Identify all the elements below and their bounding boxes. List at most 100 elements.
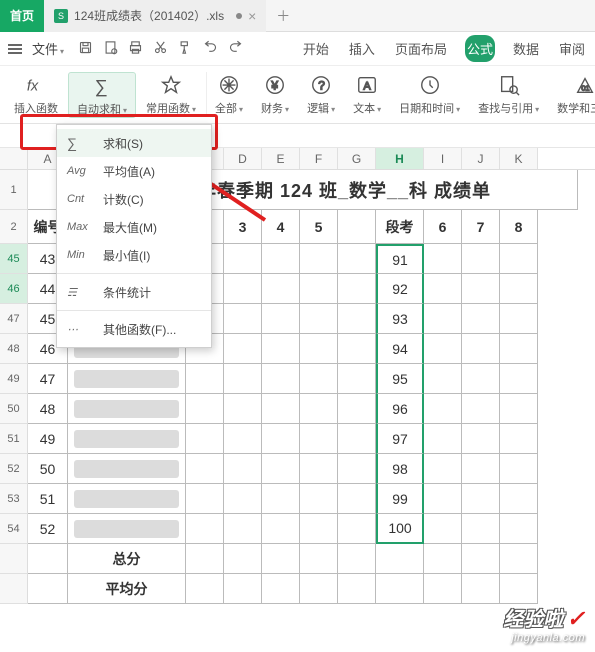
cell[interactable] [462,454,500,484]
cell[interactable] [500,394,538,424]
cell[interactable] [186,364,224,394]
cell[interactable] [338,334,376,364]
cell[interactable] [338,394,376,424]
cell-id[interactable]: 52 [28,514,68,544]
cell[interactable] [424,304,462,334]
cell[interactable] [338,304,376,334]
cell[interactable] [462,364,500,394]
cell[interactable] [462,424,500,454]
hamburger-icon[interactable] [8,44,22,54]
close-icon[interactable]: × [248,9,256,23]
cell[interactable] [224,514,262,544]
row-header[interactable]: 2 [0,210,28,244]
cell[interactable] [462,484,500,514]
cell-header-8[interactable]: 8 [500,210,538,244]
cell[interactable] [424,334,462,364]
cell-name-blurred[interactable] [68,454,186,484]
cell-name-blurred[interactable] [68,514,186,544]
ribbon-math[interactable]: 01 数学和三角 [549,72,595,116]
cell-name-blurred[interactable] [68,484,186,514]
dropdown-avg[interactable]: Avg 平均值(A) [57,157,211,185]
print-preview-icon[interactable] [103,40,118,58]
cell-header-4[interactable]: 4 [262,210,300,244]
cell[interactable] [424,454,462,484]
col-header-G[interactable]: G [338,148,376,169]
cell[interactable] [186,514,224,544]
tab-document[interactable]: S 124班成绩表（201402）.xls × [44,0,266,32]
cell[interactable] [462,574,500,604]
cell[interactable] [338,364,376,394]
cell[interactable] [300,244,338,274]
cell[interactable] [500,424,538,454]
cell[interactable] [424,364,462,394]
print-icon[interactable] [128,40,143,58]
cell[interactable] [376,574,424,604]
row-header[interactable]: 53 [0,484,28,514]
save-icon[interactable] [78,40,93,58]
row-header[interactable]: 51 [0,424,28,454]
file-menu[interactable]: 文件▾ [32,39,64,58]
cell[interactable] [338,454,376,484]
cell-header-5[interactable]: 5 [300,210,338,244]
cell-id[interactable]: 48 [28,394,68,424]
cell-avg-label[interactable]: 平均分 [68,574,186,604]
row-header[interactable]: 1 [0,170,28,210]
cell-header-7[interactable]: 7 [462,210,500,244]
cell[interactable] [186,574,224,604]
cell[interactable] [224,484,262,514]
cell[interactable] [424,574,462,604]
cell[interactable] [262,334,300,364]
cell[interactable] [224,274,262,304]
ribbon-autosum[interactable]: ∑ 自动求和▾ [68,72,136,118]
cell[interactable] [300,514,338,544]
cell-name-blurred[interactable] [68,424,186,454]
cell[interactable] [186,394,224,424]
cell[interactable] [462,514,500,544]
cell[interactable] [300,394,338,424]
cell-id[interactable]: 47 [28,364,68,394]
ribbon-insert-function[interactable]: fx 插入函数 [6,72,66,116]
row-header[interactable]: 52 [0,454,28,484]
cell[interactable] [462,274,500,304]
menu-start[interactable]: 开始 [301,35,331,62]
cell-header-6[interactable]: 6 [424,210,462,244]
cell-id[interactable]: 51 [28,484,68,514]
cell[interactable] [186,484,224,514]
cell[interactable] [338,274,376,304]
cell[interactable] [224,454,262,484]
cell[interactable] [224,244,262,274]
cell[interactable] [300,334,338,364]
redo-icon[interactable] [228,40,243,58]
dropdown-count[interactable]: Cnt 计数(C) [57,185,211,213]
row-header[interactable]: 54 [0,514,28,544]
cell[interactable] [500,304,538,334]
row-header[interactable]: 50 [0,394,28,424]
dropdown-max[interactable]: Max 最大值(M) [57,213,211,241]
cell[interactable] [224,304,262,334]
row-header[interactable]: 46 [0,274,28,304]
row-header[interactable]: 45 [0,244,28,274]
cell[interactable] [300,424,338,454]
cell[interactable] [500,334,538,364]
cell-exam[interactable]: 93 [376,304,424,334]
menu-insert[interactable]: 插入 [347,35,377,62]
cell[interactable] [186,454,224,484]
menu-review[interactable]: 审阅 [557,35,587,62]
cell[interactable] [338,574,376,604]
cell[interactable] [262,574,300,604]
ribbon-all[interactable]: 全部▾ [206,72,251,116]
cell[interactable] [424,514,462,544]
cell[interactable] [376,544,424,574]
tab-home[interactable]: 首页 [0,0,44,32]
cell-exam[interactable]: 95 [376,364,424,394]
cell-exam[interactable]: 97 [376,424,424,454]
cell[interactable] [424,274,462,304]
menu-page-layout[interactable]: 页面布局 [393,35,449,62]
cell[interactable] [224,424,262,454]
cell[interactable] [224,334,262,364]
cell[interactable] [224,544,262,574]
ribbon-text[interactable]: A 文本▾ [345,72,389,116]
ribbon-common-functions[interactable]: 常用函数▾ [138,72,204,116]
ribbon-logical[interactable]: ? 逻辑▾ [299,72,343,116]
tab-add[interactable]: ＋ [266,0,300,32]
